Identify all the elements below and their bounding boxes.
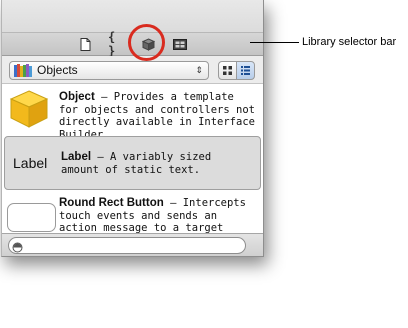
library-search-bar <box>2 233 263 256</box>
round-rect-button-icon <box>7 203 56 232</box>
search-icon <box>12 240 23 256</box>
library-item-object[interactable]: Object – Provides a template for objects… <box>2 84 263 141</box>
library-item-list: Object – Provides a template for objects… <box>2 84 263 233</box>
library-filter-popup[interactable]: Objects ⇕ <box>9 61 209 80</box>
library-books-icon <box>14 64 32 77</box>
label-preview-icon: Label <box>13 155 48 171</box>
list-view-button[interactable] <box>236 61 255 80</box>
media-icon[interactable] <box>172 36 188 52</box>
icon-view-button[interactable] <box>218 61 237 80</box>
library-filter-bar: Objects ⇕ <box>2 56 263 84</box>
list-view-icon <box>241 66 250 75</box>
popup-arrows-icon: ⇕ <box>195 65 203 75</box>
object-cube-icon <box>8 88 50 135</box>
library-item-round-rect-button[interactable]: Round Rect Button – Intercepts touch eve… <box>2 194 263 233</box>
callout-label: Library selector bar <box>302 36 397 48</box>
library-filter-value: Objects <box>37 63 78 77</box>
inspector-area <box>2 0 263 33</box>
file-template-icon[interactable] <box>77 36 93 52</box>
selector-highlight-circle <box>128 24 165 61</box>
object-item-description: Object – Provides a template for objects… <box>59 91 255 141</box>
code-snippet-icon[interactable]: { } <box>108 30 126 58</box>
round-rect-button-description: Round Rect Button – Intercepts touch eve… <box>59 197 246 233</box>
label-item-description: Label – A variably sized amount of stati… <box>61 151 212 176</box>
callout-line <box>250 42 299 43</box>
library-search-field[interactable] <box>8 237 246 254</box>
library-item-label[interactable]: Label Label – A variably sized amount of… <box>4 136 261 190</box>
grid-view-icon <box>223 66 232 75</box>
